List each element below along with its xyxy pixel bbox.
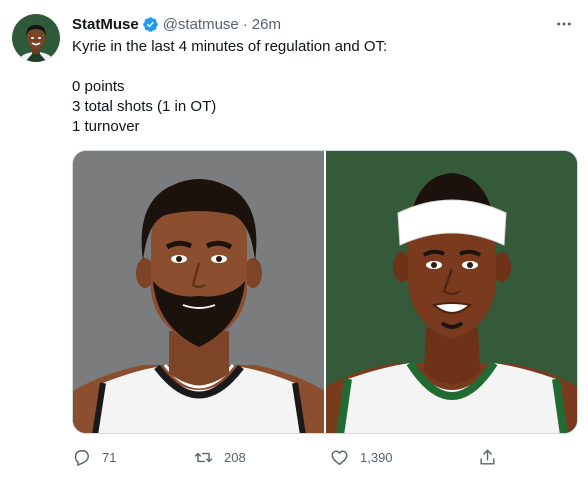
reply-icon [74,449,89,466]
kyrie-illustration [73,151,324,433]
tweet-media[interactable] [72,150,578,434]
user-handle[interactable]: @statmuse [163,16,239,33]
display-name[interactable]: StatMuse [72,16,139,33]
like-count: 1,390 [360,449,393,465]
tweet-text-line: 0 points [72,78,125,95]
tweet-text: Kyrie in the last 4 minutes of regulatio… [72,37,572,137]
tweet-card[interactable]: StatMuse @statmuse · 26m Kyrie in the la… [0,0,588,480]
media-image-left[interactable] [73,151,324,433]
retweet-button[interactable]: 208 [194,448,246,467]
action-bar: 71 208 1,390 [72,445,512,469]
tweet-timestamp[interactable]: 26m [252,16,281,33]
header-separator: · [242,15,248,33]
tweet-text-line: Kyrie in the last 4 minutes of regulatio… [72,38,388,55]
reply-button[interactable]: 71 [72,448,116,467]
retweet-icon [194,452,213,462]
share-icon [480,449,495,465]
tweet-text-line: 3 total shots (1 in OT) [72,98,217,115]
retweet-count: 208 [224,449,246,465]
tweet-header: StatMuse @statmuse · 26m [72,13,281,35]
like-button[interactable]: 1,390 [330,448,393,467]
tweet-text-line [72,57,572,77]
more-options-icon [557,22,571,26]
avatar[interactable] [12,14,60,62]
like-icon [331,449,348,465]
media-image-right[interactable] [326,151,577,433]
reply-count: 71 [102,449,117,465]
tweet-text-line: 1 turnover [72,118,140,135]
celtics-player-illustration [326,151,577,433]
more-options-button[interactable] [552,12,576,36]
share-button[interactable] [478,448,497,467]
verified-badge-icon [142,16,158,32]
